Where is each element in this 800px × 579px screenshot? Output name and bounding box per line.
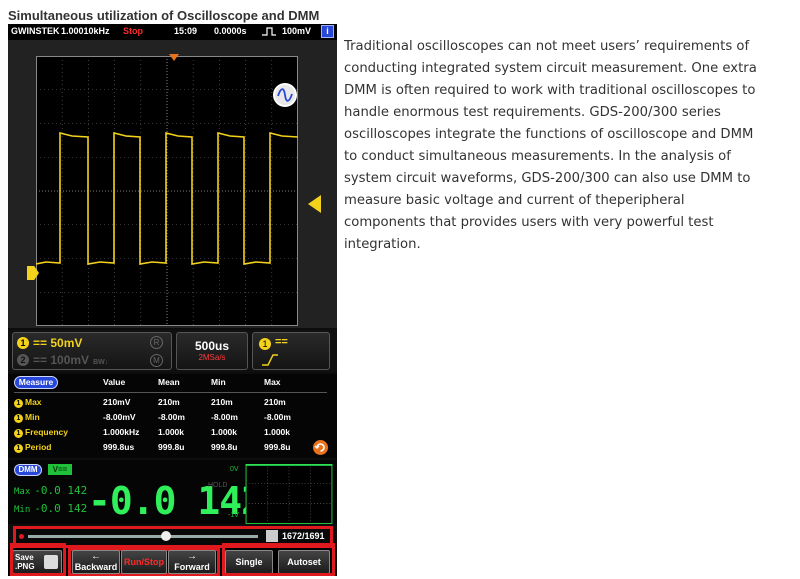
dmm-mode[interactable]: V==: [48, 464, 72, 475]
cell-min: 1.000k: [211, 427, 237, 437]
cell-max: 210m: [264, 397, 286, 407]
cell-value: -8.00mV: [103, 412, 136, 422]
cell-max: 1.000k: [264, 427, 290, 437]
position-slider[interactable]: [28, 535, 258, 538]
row-label: 1 Min: [14, 412, 40, 423]
cell-value: 1.000kHz: [103, 427, 140, 437]
dmm-plot-bottom-label: -1V: [228, 512, 239, 519]
trigger-source: 1: [259, 338, 271, 350]
frequency-readout: 1.00010kHz: [61, 26, 110, 36]
backward-label: Backward: [74, 562, 118, 572]
dc-coupling-icon: ==: [275, 336, 288, 348]
channel-panel[interactable]: 1 == 50mV 2 == 100mV BW↓ R M: [12, 332, 172, 370]
col-min: Min: [211, 377, 226, 387]
calendar-icon[interactable]: [266, 530, 278, 542]
time-per-div: 500us: [194, 339, 230, 353]
row-label: 1 Max: [14, 397, 42, 408]
description-text: Traditional oscilloscopes can not meet u…: [344, 39, 757, 252]
dmm-trend-plot: [245, 464, 333, 524]
page-heading: Simultaneous utilization of Oscilloscope…: [8, 8, 320, 23]
position-slider-thumb[interactable]: [161, 531, 171, 541]
info-icon[interactable]: i: [321, 25, 334, 38]
run-state-indicator: Stop: [123, 26, 143, 36]
col-value: Value: [103, 377, 126, 387]
cell-min: 210m: [211, 397, 233, 407]
right-arrow-icon: →: [187, 551, 197, 562]
brand-logo: GWINSTEK: [11, 26, 60, 36]
single-autoset-highlight: [222, 543, 335, 576]
cell-mean: -8.00m: [158, 412, 185, 422]
ch2-scale[interactable]: 2 == 100mV BW↓: [17, 353, 108, 367]
rising-slope-icon: [262, 354, 278, 366]
math-icon[interactable]: M: [150, 354, 163, 367]
cell-max: -8.00m: [264, 412, 291, 422]
control-row: 1 == 50mV 2 == 100mV BW↓ R M 500us 2MSa/s 1…: [8, 330, 337, 372]
dmm-plot-top-label: 0V: [230, 466, 239, 473]
clock: 15:09: [174, 26, 198, 36]
ref-icon[interactable]: R: [150, 336, 163, 349]
measurement-table: Measure Value Mean Min Max 1 Max 210mV 21…: [8, 374, 337, 458]
cell-min: -8.00m: [211, 412, 238, 422]
position-start-dot: [19, 534, 24, 539]
dmm-label[interactable]: DMM: [14, 464, 42, 476]
cell-value: 210mV: [103, 397, 131, 407]
forward-label: Forward: [174, 562, 210, 572]
rising-edge-icon: [261, 26, 277, 38]
sample-rate: 2MSa/s: [198, 353, 226, 362]
cell-mean: 999.8u: [158, 442, 185, 452]
forward-button[interactable]: → Forward: [168, 550, 216, 574]
trigger-panel[interactable]: 1 ==: [252, 332, 330, 370]
trigger-level-marker[interactable]: [308, 195, 321, 213]
backward-button[interactable]: ← Backward: [72, 550, 120, 574]
cell-mean: 1.000k: [158, 427, 184, 437]
horizontal-position: 0.0000s: [214, 26, 247, 36]
cell-max: 999.8u: [264, 442, 291, 452]
dmm-hold: HOLD: [208, 482, 228, 489]
status-bar: GWINSTEK 1.00010kHz Stop 15:09 0.0000s 1…: [8, 24, 337, 40]
waveform-display[interactable]: [8, 40, 337, 328]
reset-icon[interactable]: [313, 440, 328, 455]
waveform-generator-icon[interactable]: [273, 83, 297, 107]
row-label: 1 Period: [14, 442, 51, 453]
cell-mean: 210m: [158, 397, 180, 407]
timebase-panel[interactable]: 500us 2MSa/s: [176, 332, 248, 370]
record-counter: 1672/1691: [282, 531, 325, 541]
cell-min: 999.8u: [211, 442, 238, 452]
col-max: Max: [264, 377, 281, 387]
left-arrow-icon: ←: [91, 551, 101, 562]
divider: [14, 392, 327, 393]
run-stop-button[interactable]: Run/Stop: [121, 550, 167, 574]
measure-header[interactable]: Measure: [14, 376, 58, 389]
save-highlight: [10, 543, 66, 576]
row-label: 1 Frequency: [14, 427, 68, 438]
dmm-min: Min -0.0 142: [14, 502, 88, 515]
waveform-grid: [36, 56, 298, 326]
trigger-position-marker: [169, 54, 179, 61]
dmm-max: Max -0.0 142: [14, 484, 88, 497]
col-mean: Mean: [158, 377, 180, 387]
cell-value: 999.8us: [103, 442, 135, 452]
oscilloscope-screen: GWINSTEK 1.00010kHz Stop 15:09 0.0000s 1…: [8, 24, 337, 576]
ch1-scale[interactable]: 1 == 50mV: [17, 336, 82, 350]
trigger-level: 100mV: [282, 26, 312, 36]
